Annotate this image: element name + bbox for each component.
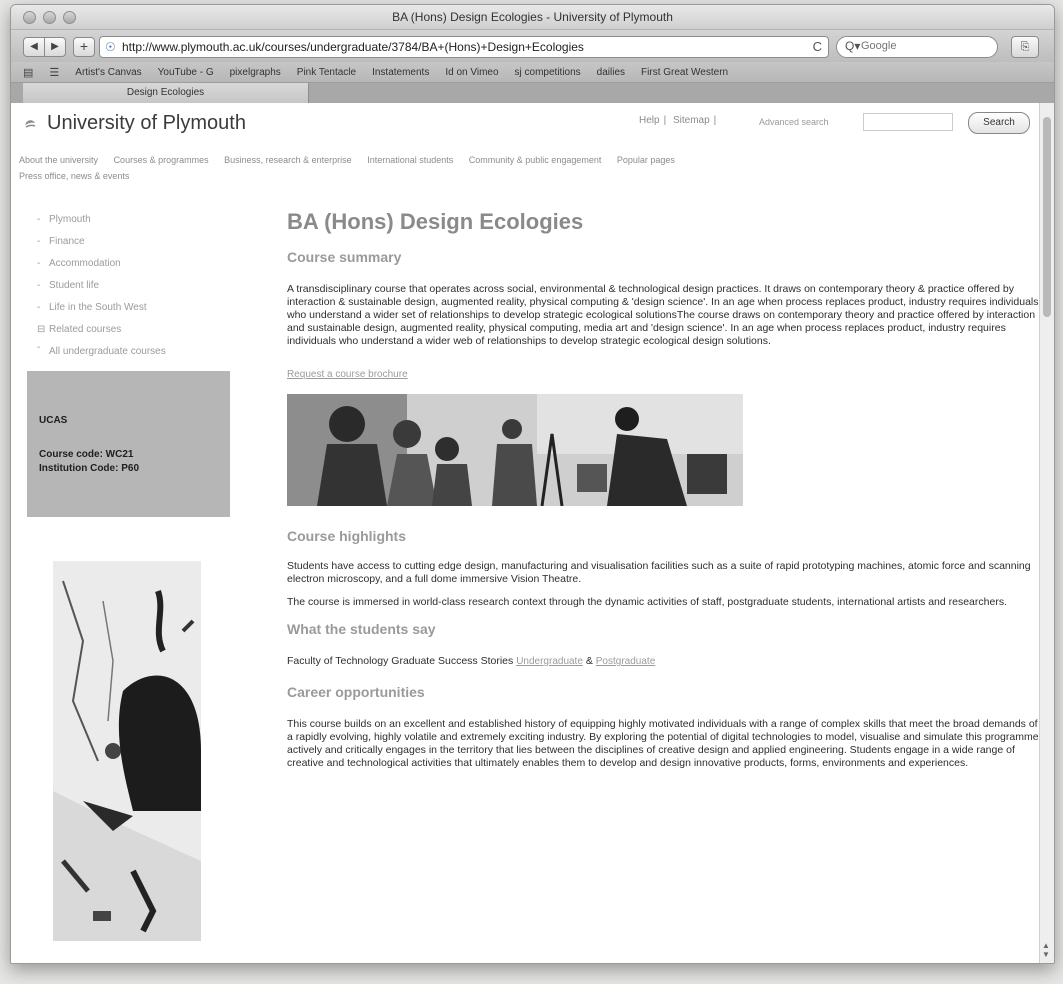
course-code: Course code: WC21 (39, 449, 134, 460)
browser-toolbar: ◀ ▶ + ☉ http://www.plymouth.ac.uk/course… (11, 30, 1054, 62)
ucas-title: UCAS (39, 415, 68, 426)
bookmark-item[interactable]: dailies (597, 67, 625, 78)
bookmark-item[interactable]: Artist's Canvas (75, 67, 141, 78)
main-content: BA (Hons) Design Ecologies Course summar… (287, 209, 1039, 770)
sitemap-link[interactable]: Sitemap (673, 115, 710, 126)
sidebar-item-south-west[interactable]: - Life in the South West (37, 297, 230, 319)
highlights-paragraph-2: The course is immersed in world-class re… (287, 596, 1007, 608)
advanced-search-link[interactable]: Advanced search (759, 117, 829, 127)
site-header: University of Plymouth Help | Sitemap | Ad… (11, 103, 1040, 143)
graduate-stories-text: Faculty of Technology Graduate Success S… (287, 655, 514, 667)
course-photo-graphic (287, 394, 743, 506)
expand-icon[interactable]: ⊟ (37, 319, 45, 341)
sidebar-item-finance[interactable]: - Finance (37, 231, 230, 253)
scrollbar-thumb[interactable] (1043, 117, 1051, 317)
page-menu-button[interactable]: ⎘ (1011, 36, 1039, 58)
nav-buttons: ◀ ▶ (23, 37, 66, 57)
nav-press-office[interactable]: Press office, news & events (11, 169, 1040, 183)
browser-search-field[interactable]: Q▾ (836, 36, 998, 58)
nav-community[interactable]: Community & public engagement (469, 155, 602, 165)
page-scrollbar[interactable]: ▲ ▼ (1039, 103, 1054, 963)
undergraduate-link[interactable]: Undergraduate (516, 656, 583, 667)
institution-code: Institution Code: P60 (39, 463, 139, 474)
university-logo-icon (25, 120, 36, 128)
bookmark-item[interactable]: sj competitions (515, 67, 581, 78)
sidebar-photo-graphic (53, 561, 201, 941)
request-brochure-link[interactable]: Request a course brochure (287, 369, 408, 380)
web-page: University of Plymouth Help | Sitemap | Ad… (11, 103, 1040, 963)
students-say-heading: What the students say (287, 621, 436, 637)
bookmark-item[interactable]: pixelgraphs (230, 67, 281, 78)
career-opportunities-heading: Career opportunities (287, 684, 425, 700)
tab-design-ecologies[interactable]: Design Ecologies (23, 83, 309, 103)
course-photo (287, 394, 743, 506)
globe-icon: ☉ (105, 40, 116, 54)
reading-list-icon[interactable]: ▤ (23, 66, 33, 79)
sidebar-item-plymouth[interactable]: - Plymouth (37, 209, 230, 231)
search-button[interactable]: Search (968, 112, 1030, 134)
bookmarks-bar: ▤ ☰ Artist's Canvas YouTube - G pixelgra… (11, 62, 1054, 83)
sidebar-item-student-life[interactable]: - Student life (37, 275, 230, 297)
back-button[interactable]: ◀ (23, 37, 45, 57)
sidebar-item-related-courses[interactable]: ⊟ Related courses (37, 319, 230, 341)
sidebar-links: - Plymouth - Finance - Accommodation - Stude… (25, 209, 230, 359)
help-link[interactable]: Help (639, 115, 660, 126)
sidebar-item-all-undergraduate[interactable]: - All undergraduate courses (37, 341, 230, 359)
ampersand: & (585, 655, 593, 667)
sidebar-photo (53, 561, 201, 941)
ucas-box: UCAS Course code: WC21 Institution Code:… (27, 371, 230, 517)
site-search-input[interactable] (863, 113, 953, 131)
bookmark-item[interactable]: First Great Western (641, 67, 728, 78)
career-text: This course builds on an excellent and e… (287, 718, 1039, 769)
main-navigation: About the university Courses & programme… (11, 143, 1040, 169)
postgraduate-link[interactable]: Postgraduate (596, 656, 656, 667)
address-bar[interactable]: ☉ http://www.plymouth.ac.uk/courses/unde… (99, 36, 829, 58)
page-title: BA (Hons) Design Ecologies (287, 209, 584, 234)
nav-international[interactable]: International students (367, 155, 453, 165)
browser-window: BA (Hons) Design Ecologies - University … (10, 4, 1055, 964)
scroll-arrows-icon[interactable]: ▲ ▼ (1042, 941, 1050, 959)
nav-about[interactable]: About the university (19, 155, 98, 165)
nav-business[interactable]: Business, research & enterprise (224, 155, 352, 165)
forward-button[interactable]: ▶ (45, 37, 66, 57)
highlights-paragraph-1: Students have access to cutting edge des… (287, 560, 1031, 585)
window-title: BA (Hons) Design Ecologies - University … (392, 10, 673, 24)
course-summary-text: A transdisciplinary course that operates… (287, 283, 1039, 347)
bookmarks-list-icon[interactable]: ☰ (49, 66, 59, 79)
course-highlights-heading: Course highlights (287, 528, 406, 544)
bookmark-item[interactable]: YouTube - G (158, 67, 214, 78)
nav-popular[interactable]: Popular pages (617, 155, 675, 165)
site-name[interactable]: University of Plymouth (47, 112, 246, 135)
utility-links: Help | Sitemap | (639, 115, 717, 126)
nav-courses[interactable]: Courses & programmes (114, 155, 209, 165)
bookmark-item[interactable]: Instatements (372, 67, 429, 78)
title-bar: BA (Hons) Design Ecologies - University … (11, 5, 1054, 30)
tab-bar: Design Ecologies (11, 83, 1054, 104)
url-text[interactable]: http://www.plymouth.ac.uk/courses/underg… (122, 40, 584, 54)
reload-button[interactable]: C (813, 39, 822, 54)
sidebar-item-accommodation[interactable]: - Accommodation (37, 253, 230, 275)
add-bookmark-button[interactable]: + (73, 37, 95, 57)
browser-search-input[interactable] (859, 39, 993, 53)
bookmark-item[interactable]: Pink Tentacle (297, 67, 356, 78)
bookmark-item[interactable]: Id on Vimeo (445, 67, 498, 78)
course-summary-heading: Course summary (287, 249, 402, 265)
students-say-text: Faculty of Technology Graduate Success S… (287, 655, 1039, 668)
sidebar: - Plymouth - Finance - Accommodation - Stude… (25, 209, 230, 517)
